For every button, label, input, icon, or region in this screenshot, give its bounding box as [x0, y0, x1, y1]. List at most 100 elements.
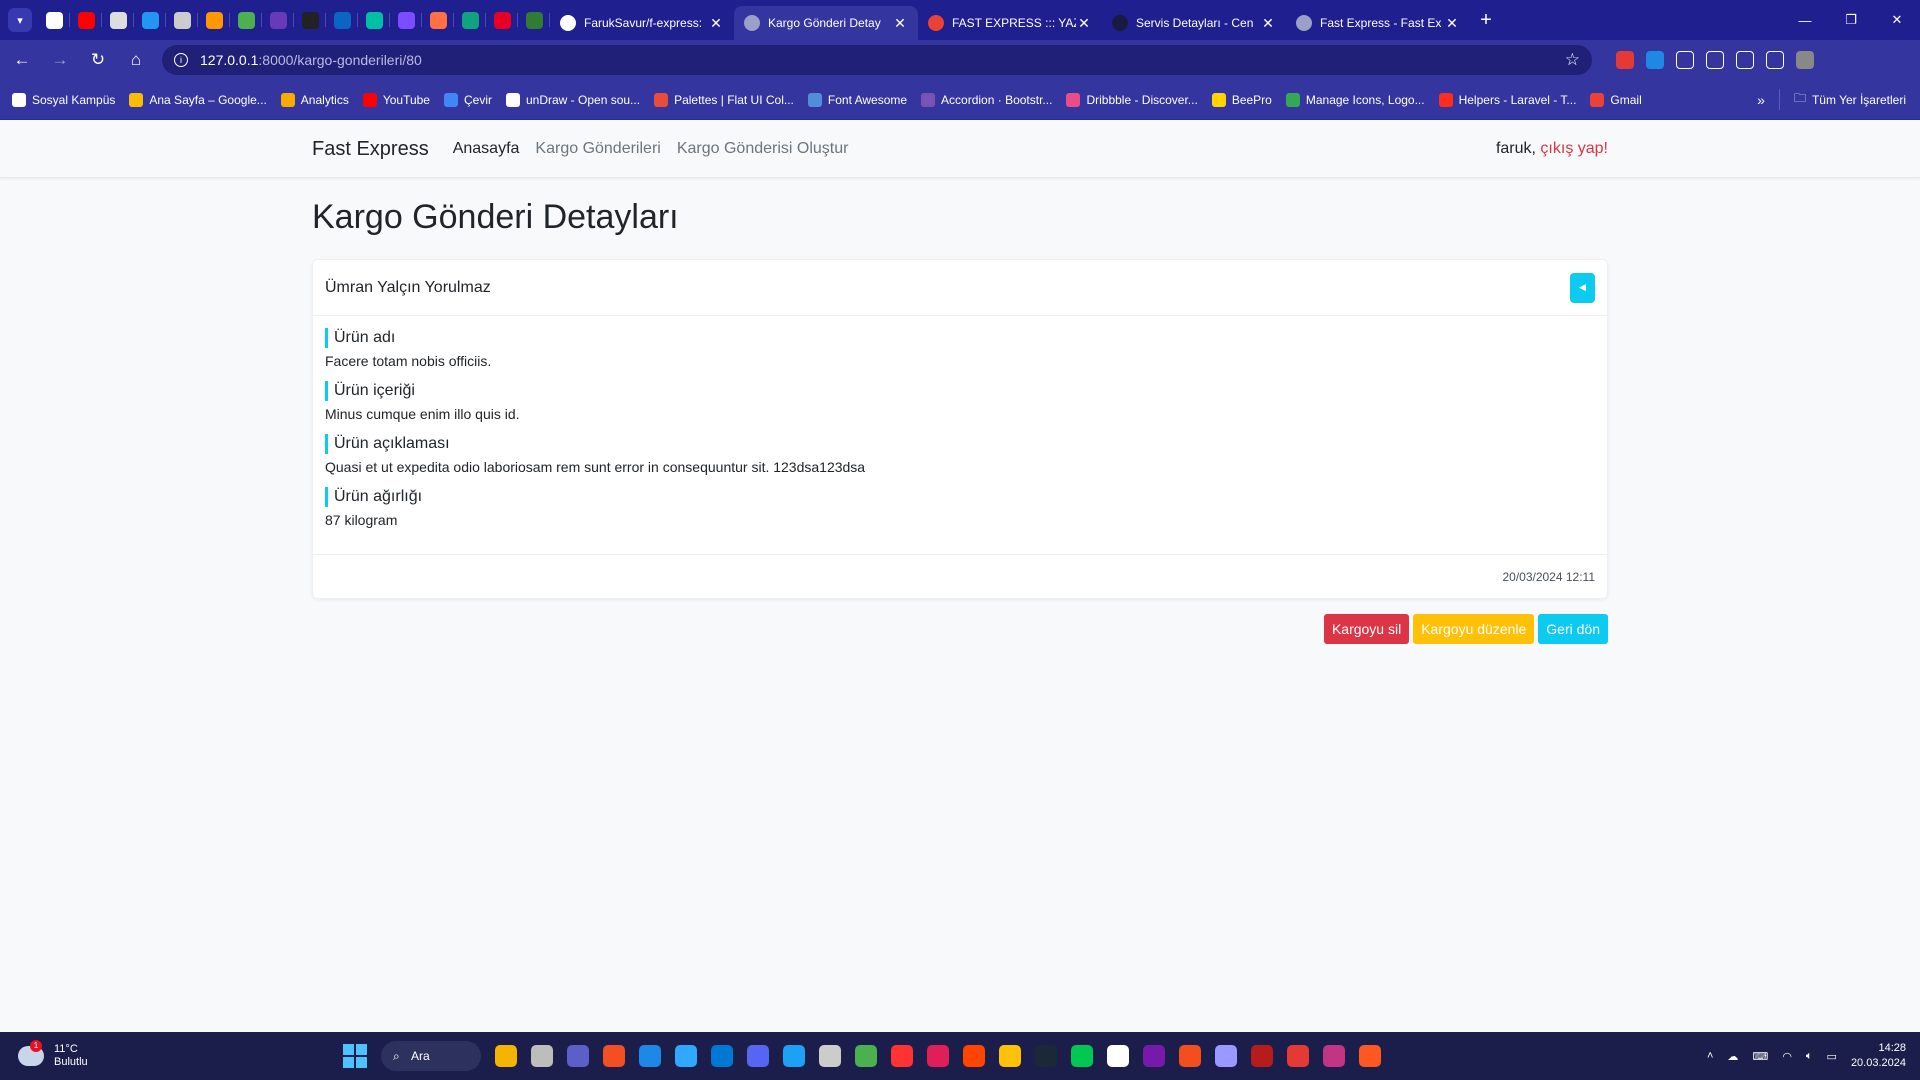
taskbar-app-icon[interactable]: [1323, 1045, 1345, 1067]
wifi-icon[interactable]: ◠: [1782, 1050, 1792, 1063]
pinned-tab[interactable]: [134, 0, 166, 40]
back-icon[interactable]: ←: [6, 44, 38, 76]
extension-icon[interactable]: [1646, 51, 1664, 69]
taskbar-app-icon[interactable]: [531, 1045, 553, 1067]
taskbar-app-icon[interactable]: [1215, 1045, 1237, 1067]
home-icon[interactable]: ⌂: [120, 44, 152, 76]
taskbar-app-icon[interactable]: [783, 1045, 805, 1067]
taskbar-app-icon[interactable]: [603, 1045, 625, 1067]
bookmark-item[interactable]: Font Awesome: [807, 92, 907, 107]
pinned-tab[interactable]: [518, 0, 550, 40]
pinned-tab[interactable]: [358, 0, 390, 40]
pinned-tab[interactable]: [454, 0, 486, 40]
bookmark-star-icon[interactable]: ☆: [1565, 50, 1580, 70]
taskbar-app-icon[interactable]: [567, 1045, 589, 1067]
extension-icon[interactable]: [1736, 51, 1754, 69]
taskbar-app-icon[interactable]: [639, 1045, 661, 1067]
tab[interactable]: Servis Detayları - Cen ✕: [1102, 6, 1286, 40]
bookmark-item[interactable]: unDraw - Open sou...: [506, 92, 640, 107]
extension-icon[interactable]: [1766, 51, 1784, 69]
tab[interactable]: Fast Express - Fast Ex ✕: [1286, 6, 1470, 40]
taskbar-app-icon[interactable]: [495, 1045, 517, 1067]
restore-icon[interactable]: ❐: [1828, 0, 1874, 40]
bookmark-item[interactable]: Analytics: [280, 92, 349, 107]
nav-link-create-shipment[interactable]: Kargo Gönderisi Oluştur: [677, 140, 849, 158]
bookmark-item[interactable]: Gmail: [1590, 92, 1642, 107]
keyboard-icon[interactable]: ⌨: [1752, 1050, 1768, 1063]
pinned-tab[interactable]: [230, 0, 262, 40]
taskbar-app-icon[interactable]: [927, 1045, 949, 1067]
bookmark-item[interactable]: YouTube: [362, 92, 430, 107]
taskbar-app-icon[interactable]: [711, 1045, 733, 1067]
taskbar-app-icon[interactable]: [891, 1045, 913, 1067]
taskbar-app-icon[interactable]: [1179, 1045, 1201, 1067]
extension-icon[interactable]: [1796, 51, 1814, 69]
pinned-tab[interactable]: [102, 0, 134, 40]
taskbar-app-icon[interactable]: [1071, 1045, 1093, 1067]
taskbar-app-icon[interactable]: [963, 1045, 985, 1067]
close-tab-icon[interactable]: ✕: [708, 15, 724, 32]
close-window-icon[interactable]: ✕: [1874, 0, 1920, 40]
pinned-tab[interactable]: [38, 0, 70, 40]
bookmark-item[interactable]: Çevir: [443, 92, 492, 107]
taskbar-app-icon[interactable]: [1143, 1045, 1165, 1067]
onedrive-icon[interactable]: ☁: [1727, 1050, 1738, 1063]
collapse-button[interactable]: ◀: [1570, 272, 1595, 303]
edit-shipment-button[interactable]: Kargoyu düzenle: [1413, 614, 1535, 644]
tab-search-icon[interactable]: ▾: [8, 8, 32, 32]
close-tab-icon[interactable]: ✕: [892, 15, 908, 32]
back-button[interactable]: Geri dön: [1538, 614, 1608, 644]
close-tab-icon[interactable]: ✕: [1444, 15, 1460, 32]
pinned-tab[interactable]: [486, 0, 518, 40]
minimize-icon[interactable]: —: [1782, 0, 1828, 40]
tab[interactable]: FarukSavur/f-express: ✕: [550, 6, 734, 40]
extension-icon[interactable]: [1616, 51, 1634, 69]
taskbar-app-icon[interactable]: [675, 1045, 697, 1067]
nav-link-shipments[interactable]: Kargo Gönderileri: [535, 140, 660, 158]
windows-start-icon[interactable]: [343, 1044, 367, 1068]
pinned-tab[interactable]: [198, 0, 230, 40]
all-bookmarks-folder[interactable]: 🗀 Tüm Yer İşaretleri: [1778, 89, 1906, 110]
close-tab-icon[interactable]: ✕: [1260, 15, 1276, 32]
bookmark-item[interactable]: Manage Icons, Logo...: [1285, 92, 1425, 107]
pinned-tab[interactable]: [326, 0, 358, 40]
forward-icon[interactable]: →: [44, 44, 76, 76]
reload-icon[interactable]: ↻: [82, 44, 114, 76]
bookmark-item[interactable]: Sosyal Kampüs: [12, 92, 115, 107]
delete-shipment-button[interactable]: Kargoyu sil: [1323, 614, 1410, 644]
new-tab-icon[interactable]: +: [1470, 9, 1502, 32]
close-tab-icon[interactable]: ✕: [1076, 15, 1092, 32]
taskbar-app-icon[interactable]: [1035, 1045, 1057, 1067]
bookmark-item[interactable]: Ana Sayfa – Google...: [129, 92, 267, 107]
bookmark-item[interactable]: Palettes | Flat UI Col...: [654, 92, 794, 107]
bookmark-item[interactable]: Helpers - Laravel - T...: [1438, 92, 1576, 107]
pinned-tab[interactable]: [166, 0, 198, 40]
pinned-tab[interactable]: [70, 0, 102, 40]
pinned-tab[interactable]: [390, 0, 422, 40]
extension-icon[interactable]: [1706, 51, 1724, 69]
pinned-tab[interactable]: [262, 0, 294, 40]
taskbar-search[interactable]: ⌕ Ara: [381, 1041, 481, 1071]
taskbar-app-icon[interactable]: [1107, 1045, 1129, 1067]
more-bookmarks-icon[interactable]: »: [1757, 92, 1765, 108]
taskbar-app-icon[interactable]: [1251, 1045, 1273, 1067]
clock[interactable]: 14:28 20.03.2024: [1851, 1041, 1906, 1071]
pinned-tab[interactable]: [422, 0, 454, 40]
bookmark-item[interactable]: BeePro: [1211, 92, 1272, 107]
tab[interactable]: FAST EXPRESS ::: YAZI ✕: [918, 6, 1102, 40]
taskbar-app-icon[interactable]: [855, 1045, 877, 1067]
extension-icon[interactable]: [1676, 51, 1694, 69]
chevron-up-icon[interactable]: ˄: [1707, 1050, 1713, 1062]
address-bar[interactable]: i 127.0.0.1:8000/kargo-gonderileri/80 ☆: [162, 45, 1592, 75]
nav-link-home[interactable]: Anasayfa: [453, 140, 520, 158]
pinned-tab[interactable]: [294, 0, 326, 40]
site-brand[interactable]: Fast Express: [312, 138, 429, 161]
bookmark-item[interactable]: Dribbble - Discover...: [1066, 92, 1198, 107]
site-info-icon[interactable]: i: [174, 53, 188, 67]
battery-icon[interactable]: ▭: [1827, 1050, 1837, 1063]
volume-icon[interactable]: 🔈︎: [1806, 1050, 1813, 1063]
taskbar-app-icon[interactable]: [1359, 1045, 1381, 1067]
taskbar-app-icon[interactable]: [747, 1045, 769, 1067]
taskbar-app-icon[interactable]: [999, 1045, 1021, 1067]
weather-widget[interactable]: 11°C Bulutlu: [18, 1040, 88, 1069]
